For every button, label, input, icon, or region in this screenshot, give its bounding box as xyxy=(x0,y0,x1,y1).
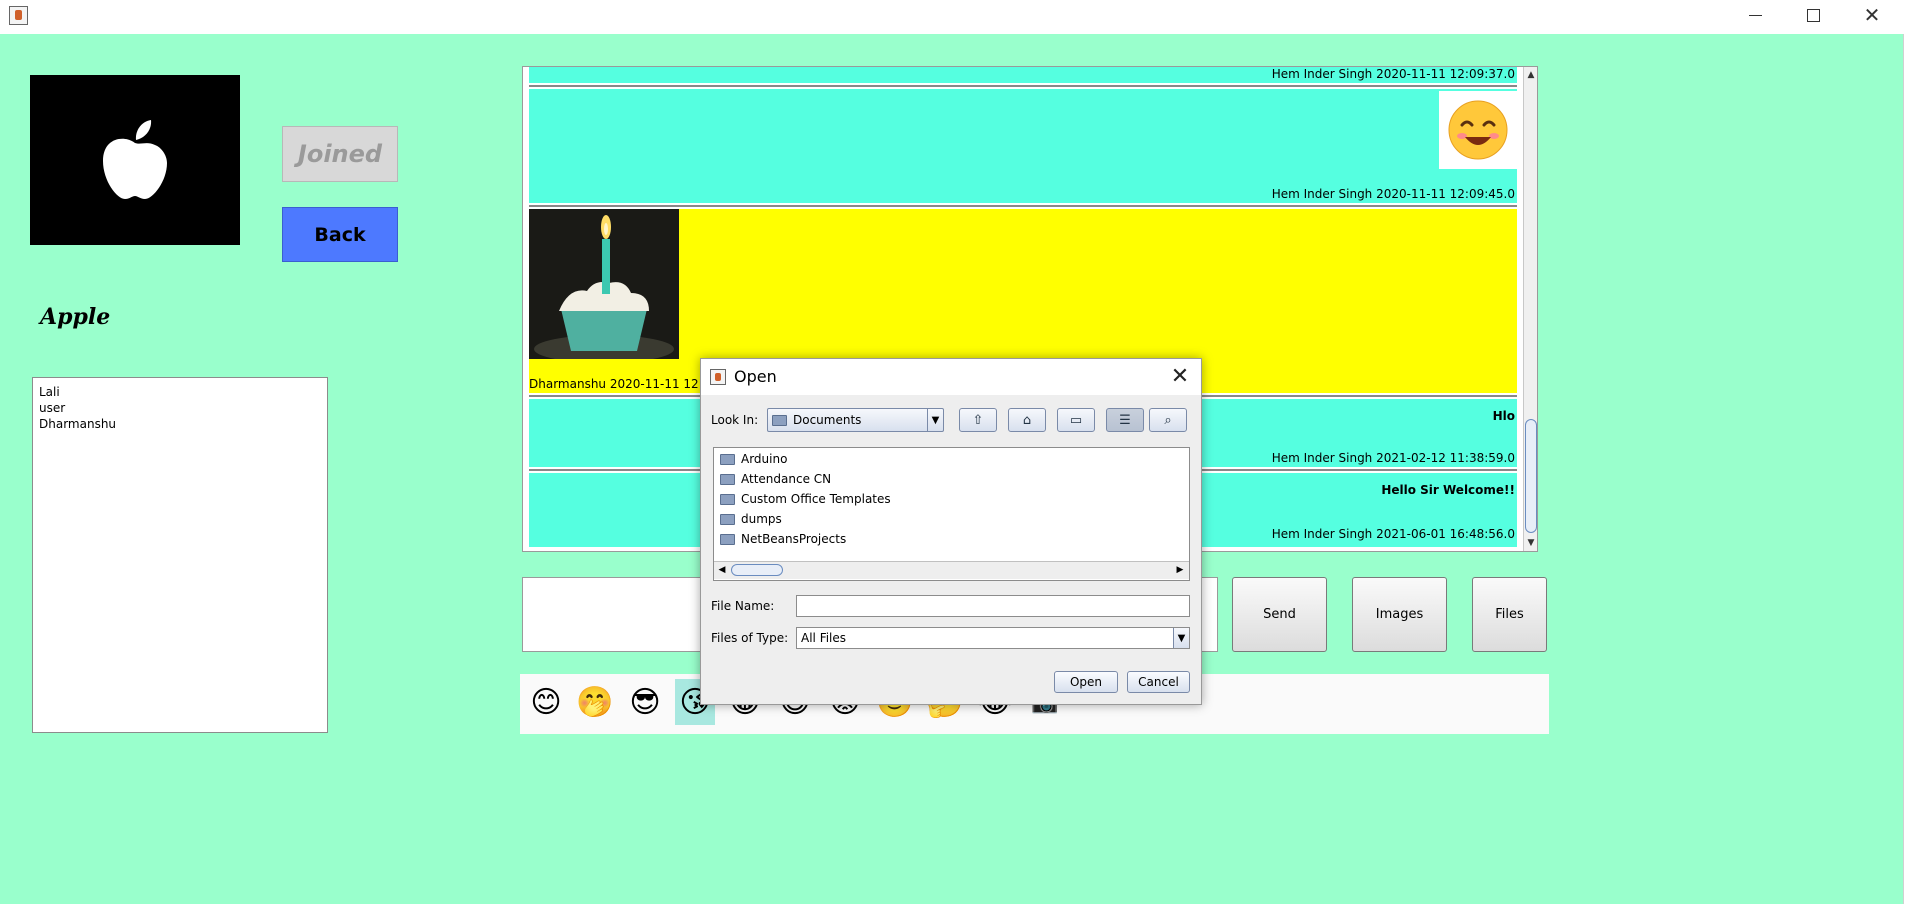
up-one-level-icon: ⇧ xyxy=(972,412,984,428)
look-in-combo[interactable]: Documents ▼ xyxy=(767,408,944,432)
dialog-titlebar: Open ✕ xyxy=(701,359,1201,395)
file-name-label: File Name: xyxy=(711,599,775,613)
folder-item[interactable]: Custom Office Templates xyxy=(720,490,891,508)
member-item[interactable]: Dharmanshu xyxy=(39,416,321,432)
hand-over-mouth-emoji-icon[interactable]: 🤭 xyxy=(575,679,615,725)
scroll-up-arrow-icon[interactable]: ▲ xyxy=(1526,69,1536,81)
file-name-field[interactable] xyxy=(796,595,1190,617)
folder-name: Arduino xyxy=(741,452,788,466)
close-icon: ✕ xyxy=(1863,3,1881,27)
message-text: Hlo xyxy=(1492,409,1515,423)
folder-name: Custom Office Templates xyxy=(741,492,891,506)
cancel-button[interactable]: Cancel xyxy=(1127,671,1190,693)
home-button[interactable]: ⌂ xyxy=(1008,408,1046,432)
sunglasses-emoji-icon[interactable]: 😎 xyxy=(625,679,665,725)
message-meta: Hem Inder Singh 2021-06-01 16:48:56.0 xyxy=(1271,527,1515,541)
scroll-right-arrow-icon[interactable]: ▶ xyxy=(1174,564,1186,576)
message-divider xyxy=(529,205,1517,207)
scrollbar-thumb[interactable] xyxy=(1525,419,1537,533)
close-window-button[interactable]: ✕ xyxy=(1843,0,1901,30)
maximize-button[interactable] xyxy=(1784,0,1842,30)
files-of-type-label: Files of Type: xyxy=(711,631,789,645)
message-text: Hello Sir Welcome!! xyxy=(1381,483,1515,497)
apple-logo-icon xyxy=(103,120,167,199)
list-view-icon: ☰ xyxy=(1119,412,1131,428)
group-logo xyxy=(30,75,240,245)
scrollbar-thumb[interactable] xyxy=(731,564,783,576)
folder-icon xyxy=(720,533,735,545)
folder-icon xyxy=(720,493,735,505)
dialog-close-button[interactable]: ✕ xyxy=(1167,363,1193,389)
new-folder-icon: ▭ xyxy=(1069,412,1083,428)
open-button[interactable]: Open xyxy=(1054,671,1118,693)
folder-name: Attendance CN xyxy=(741,472,832,486)
folder-item[interactable]: NetBeansProjects xyxy=(720,530,846,548)
window-right-edge xyxy=(1903,34,1911,904)
smiling-face-emoji-icon[interactable]: 😊 xyxy=(526,679,566,725)
java-app-icon xyxy=(9,6,28,25)
scroll-down-arrow-icon[interactable]: ▼ xyxy=(1526,537,1536,549)
message-meta: Dharmanshu 2020-11-11 12:1 xyxy=(529,377,711,391)
open-file-dialog: Open ✕ Look In: Documents ▼ ⇧ ⌂ ▭ ☰ ⌕ Ar… xyxy=(700,358,1202,705)
folder-item[interactable]: dumps xyxy=(720,510,782,528)
java-app-icon xyxy=(710,369,726,385)
up-one-level-button[interactable]: ⇧ xyxy=(959,408,997,432)
back-button[interactable]: Back xyxy=(282,207,398,262)
member-list[interactable]: Lali user Dharmanshu xyxy=(32,377,328,733)
chevron-down-icon[interactable]: ▼ xyxy=(927,409,943,431)
maximize-icon xyxy=(1806,8,1820,22)
folder-icon xyxy=(720,473,735,485)
scroll-left-arrow-icon[interactable]: ◀ xyxy=(716,564,728,576)
message-meta: Hem Inder Singh 2020-11-11 12:09:45.0 xyxy=(1271,187,1515,201)
file-list[interactable]: Arduino Attendance CN Custom Office Temp… xyxy=(713,447,1190,581)
file-list-horizontal-scrollbar[interactable]: ◀ ▶ xyxy=(714,561,1189,579)
window-titlebar: ✕ xyxy=(0,0,1911,34)
message-meta: Hem Inder Singh 2021-02-12 11:38:59.0 xyxy=(1271,451,1515,465)
folder-name: dumps xyxy=(741,512,782,526)
message-divider xyxy=(529,85,1517,87)
group-name-label: Apple xyxy=(40,304,111,330)
chat-message: Hem Inder Singh 2020-11-11 12:09:45.0 xyxy=(529,89,1517,203)
new-folder-button[interactable]: ▭ xyxy=(1057,408,1095,432)
folder-name: NetBeansProjects xyxy=(741,532,847,546)
dialog-title: Open xyxy=(734,367,777,386)
chat-message: Hem Inder Singh 2020-11-11 12:09:37.0 xyxy=(529,67,1517,83)
message-meta: Hem Inder Singh 2020-11-11 12:09:37.0 xyxy=(1271,67,1515,81)
send-button[interactable]: Send xyxy=(1232,577,1327,652)
member-item[interactable]: Lali xyxy=(39,384,321,400)
chevron-down-icon[interactable]: ▼ xyxy=(1173,628,1189,648)
folder-icon xyxy=(720,513,735,525)
look-in-value: Documents xyxy=(793,413,862,427)
details-view-icon: ⌕ xyxy=(1164,412,1172,428)
home-icon: ⌂ xyxy=(1022,412,1032,428)
look-in-label: Look In: xyxy=(711,413,759,427)
folder-icon xyxy=(772,414,787,426)
files-of-type-value: All Files xyxy=(801,631,847,645)
smiling-face-icon xyxy=(1439,91,1517,169)
images-button[interactable]: Images xyxy=(1352,577,1447,652)
joined-button[interactable]: Joined xyxy=(282,126,398,182)
minimize-button[interactable] xyxy=(1726,0,1784,30)
chat-vertical-scrollbar[interactable]: ▲ ▼ xyxy=(1523,67,1537,551)
close-icon: ✕ xyxy=(1170,363,1190,389)
folder-icon xyxy=(720,453,735,465)
files-button[interactable]: Files xyxy=(1472,577,1547,652)
list-view-button[interactable]: ☰ xyxy=(1106,408,1144,432)
birthday-cupcake-photo[interactable] xyxy=(529,209,679,359)
minimize-icon xyxy=(1748,14,1762,16)
details-view-button[interactable]: ⌕ xyxy=(1149,408,1187,432)
folder-item[interactable]: Arduino xyxy=(720,450,787,468)
files-of-type-combo[interactable]: All Files ▼ xyxy=(796,627,1190,649)
member-item[interactable]: user xyxy=(39,400,321,416)
folder-item[interactable]: Attendance CN xyxy=(720,470,831,488)
